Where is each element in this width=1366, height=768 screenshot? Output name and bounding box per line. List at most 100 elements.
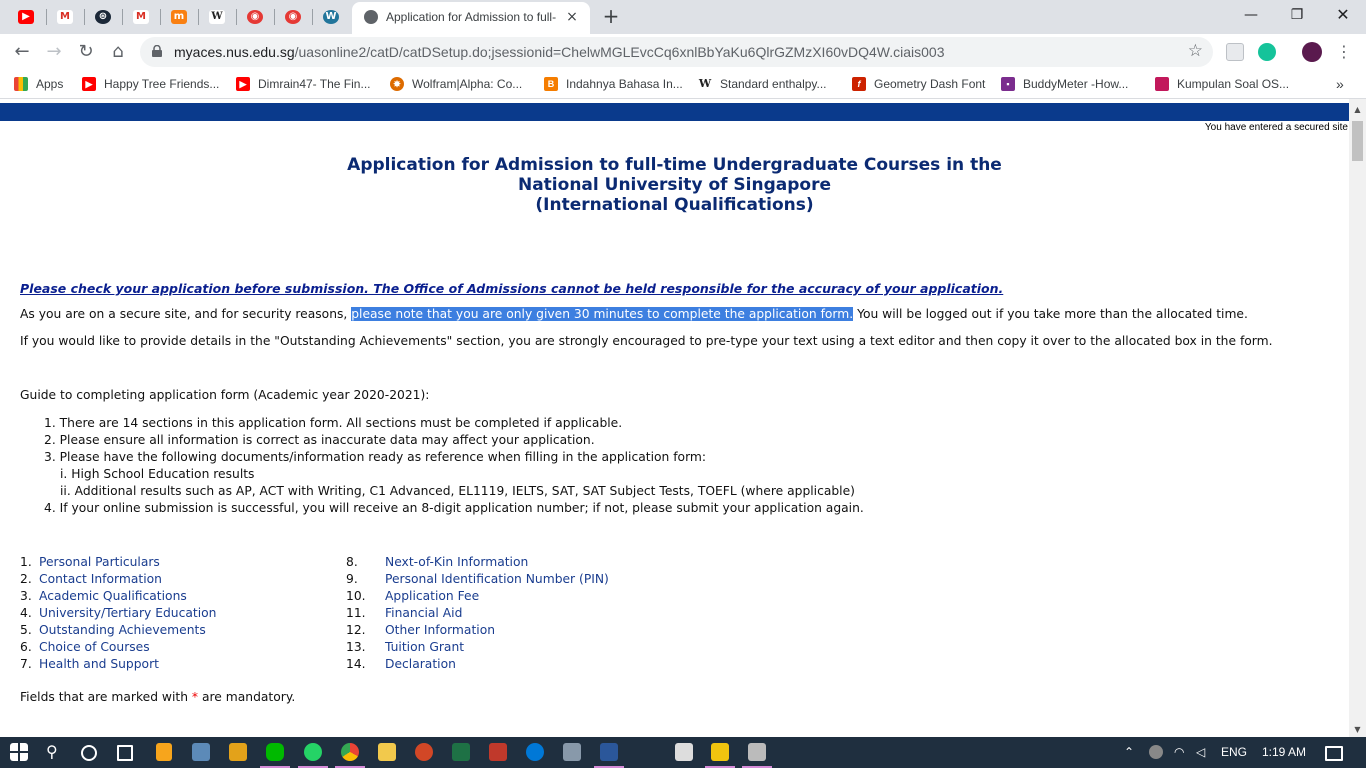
bookmark-star-icon[interactable]: ☆ bbox=[1188, 41, 1203, 61]
page-title: Application for Admission to full-time U… bbox=[0, 155, 1349, 215]
utility-icon[interactable] bbox=[563, 743, 581, 761]
bookmarks-overflow-button[interactable]: » bbox=[1336, 76, 1344, 92]
network-error-icon[interactable] bbox=[1149, 745, 1163, 759]
task-view-icon[interactable] bbox=[117, 745, 133, 761]
clock[interactable]: 1:19 AM bbox=[1262, 745, 1306, 759]
achievements-note: If you would like to provide details in … bbox=[20, 334, 1273, 348]
media-player-icon[interactable] bbox=[711, 743, 729, 761]
forward-arrow-icon[interactable]: → bbox=[42, 40, 66, 64]
minimize-button[interactable]: — bbox=[1234, 4, 1268, 26]
download-app-icon[interactable] bbox=[489, 743, 507, 761]
chrome-icon[interactable] bbox=[341, 743, 359, 761]
notes-icon[interactable] bbox=[229, 743, 247, 761]
restore-button[interactable]: ❐ bbox=[1280, 4, 1314, 26]
bookmark-standard-enthalpy[interactable]: W Standard enthalpy... bbox=[698, 76, 827, 92]
back-arrow-icon[interactable]: ← bbox=[10, 40, 34, 64]
bookmark-buddymeter[interactable]: ▪ BuddyMeter -How... bbox=[1001, 76, 1128, 92]
bookmark-indahnya-bahasa[interactable]: B Indahnya Bahasa In... bbox=[544, 76, 683, 92]
scrollbar-thumb[interactable] bbox=[1352, 121, 1363, 161]
windows-start-icon[interactable] bbox=[10, 743, 28, 761]
tray-chevron-up-icon[interactable]: ⌃ bbox=[1124, 743, 1142, 761]
youtube-icon: ▶ bbox=[236, 77, 250, 91]
pinned-tab-gmail[interactable]: M bbox=[51, 6, 79, 28]
pinned-tab-wordpress[interactable]: W bbox=[317, 6, 345, 28]
section-link-pin[interactable]: Personal Identification Number (PIN) bbox=[385, 572, 609, 586]
line-icon[interactable] bbox=[266, 743, 284, 761]
section-link-financial-aid[interactable]: Financial Aid bbox=[385, 606, 462, 620]
pinned-tab-gmail-2[interactable]: M bbox=[127, 6, 155, 28]
address-bar[interactable]: myaces.nus.edu.sg/uasonline2/catD/catDSe… bbox=[140, 37, 1213, 67]
page-scrollbar[interactable]: ▲ ▼ bbox=[1349, 99, 1366, 737]
url-host: myaces.nus.edu.sg bbox=[174, 44, 295, 60]
globe-icon bbox=[364, 10, 378, 24]
tab-separator bbox=[160, 9, 161, 25]
edge-icon[interactable] bbox=[526, 743, 544, 761]
pinned-tab-moodle[interactable]: m bbox=[165, 6, 193, 28]
notifications-icon[interactable] bbox=[1325, 746, 1343, 761]
selected-text: please note that you are only given 30 m… bbox=[351, 307, 854, 321]
section-number: 5. bbox=[20, 623, 32, 637]
volume-icon[interactable]: ◁ bbox=[1196, 743, 1214, 761]
app-icon: ◉ bbox=[247, 10, 263, 24]
pinned-tab-app-2[interactable]: ◉ bbox=[279, 6, 307, 28]
bookmark-geometry-dash-font[interactable]: f Geometry Dash Font bbox=[852, 76, 985, 92]
section-row: 13. Tuition Grant bbox=[346, 639, 609, 656]
bookmark-wolfram-alpha[interactable]: ✸ Wolfram|Alpha: Co... bbox=[390, 76, 522, 92]
url-text: myaces.nus.edu.sg/uasonline2/catD/catDSe… bbox=[174, 44, 945, 60]
language-indicator[interactable]: ENG bbox=[1221, 745, 1247, 759]
store-icon[interactable] bbox=[192, 743, 210, 761]
extension-icon[interactable] bbox=[1226, 43, 1244, 61]
section-link-academic-qualifications[interactable]: Academic Qualifications bbox=[39, 589, 187, 603]
cortana-icon[interactable] bbox=[81, 745, 97, 761]
app-bolt-icon[interactable] bbox=[156, 743, 172, 761]
section-link-personal-particulars[interactable]: Personal Particulars bbox=[39, 555, 160, 569]
file-explorer-icon[interactable] bbox=[378, 743, 396, 761]
bookmark-apps[interactable]: Apps bbox=[14, 76, 63, 92]
new-tab-button[interactable]: + bbox=[600, 6, 622, 28]
wifi-icon[interactable]: ◠ bbox=[1174, 743, 1192, 761]
whatsapp-icon[interactable] bbox=[304, 743, 322, 761]
bookmark-dimrain47[interactable]: ▶ Dimrain47- The Fin... bbox=[236, 76, 370, 92]
printer-icon[interactable] bbox=[748, 743, 766, 761]
section-link-application-fee[interactable]: Application Fee bbox=[385, 589, 479, 603]
settings-app-icon[interactable] bbox=[675, 743, 693, 761]
font-icon: f bbox=[852, 77, 866, 91]
wordpress-icon: W bbox=[323, 10, 339, 24]
menu-kebab-icon[interactable]: ⋮ bbox=[1332, 40, 1356, 64]
reload-icon[interactable]: ↻ bbox=[74, 40, 98, 64]
word-icon[interactable] bbox=[600, 743, 618, 761]
section-link-health-and-support[interactable]: Health and Support bbox=[39, 657, 159, 671]
home-icon[interactable]: ⌂ bbox=[106, 40, 130, 64]
secure-site-note: You have entered a secured site bbox=[1204, 122, 1348, 133]
section-number: 4. bbox=[20, 606, 32, 620]
section-number: 6. bbox=[20, 640, 32, 654]
section-link-tuition-grant[interactable]: Tuition Grant bbox=[385, 640, 464, 654]
section-link-university-education[interactable]: University/Tertiary Education bbox=[39, 606, 216, 620]
search-icon[interactable]: ⚲ bbox=[46, 743, 64, 761]
apps-grid-icon bbox=[14, 77, 28, 91]
section-link-declaration[interactable]: Declaration bbox=[385, 657, 456, 671]
bookmark-label: Kumpulan Soal OS... bbox=[1177, 77, 1290, 91]
youtube-icon: ▶ bbox=[82, 77, 96, 91]
profile-avatar[interactable] bbox=[1302, 42, 1322, 62]
scroll-down-icon[interactable]: ▼ bbox=[1349, 723, 1366, 737]
section-link-contact-information[interactable]: Contact Information bbox=[39, 572, 162, 586]
pinned-tab-wikipedia[interactable]: W bbox=[203, 6, 231, 28]
section-link-other-information[interactable]: Other Information bbox=[385, 623, 495, 637]
tab-close-icon[interactable]: × bbox=[564, 8, 580, 26]
bookmark-happy-tree-friends[interactable]: ▶ Happy Tree Friends... bbox=[82, 76, 219, 92]
bookmark-kumpulan-soal[interactable]: Kumpulan Soal OS... bbox=[1155, 76, 1289, 92]
scroll-up-icon[interactable]: ▲ bbox=[1349, 103, 1366, 117]
section-link-choice-of-courses[interactable]: Choice of Courses bbox=[39, 640, 150, 654]
section-link-next-of-kin[interactable]: Next-of-Kin Information bbox=[385, 555, 528, 569]
tab-active[interactable]: Application for Admission to full- × bbox=[352, 2, 590, 34]
close-window-button[interactable]: ✕ bbox=[1326, 4, 1360, 26]
powerpoint-icon[interactable] bbox=[415, 743, 433, 761]
bookmark-label: Dimrain47- The Fin... bbox=[258, 77, 371, 91]
pinned-tab-steam[interactable]: ⊛ bbox=[89, 6, 117, 28]
pinned-tab-youtube[interactable]: ▶ bbox=[12, 6, 40, 28]
pinned-tab-app[interactable]: ◉ bbox=[241, 6, 269, 28]
section-link-outstanding-achievements[interactable]: Outstanding Achievements bbox=[39, 623, 206, 637]
grammarly-icon[interactable] bbox=[1258, 43, 1276, 61]
excel-icon[interactable] bbox=[452, 743, 470, 761]
